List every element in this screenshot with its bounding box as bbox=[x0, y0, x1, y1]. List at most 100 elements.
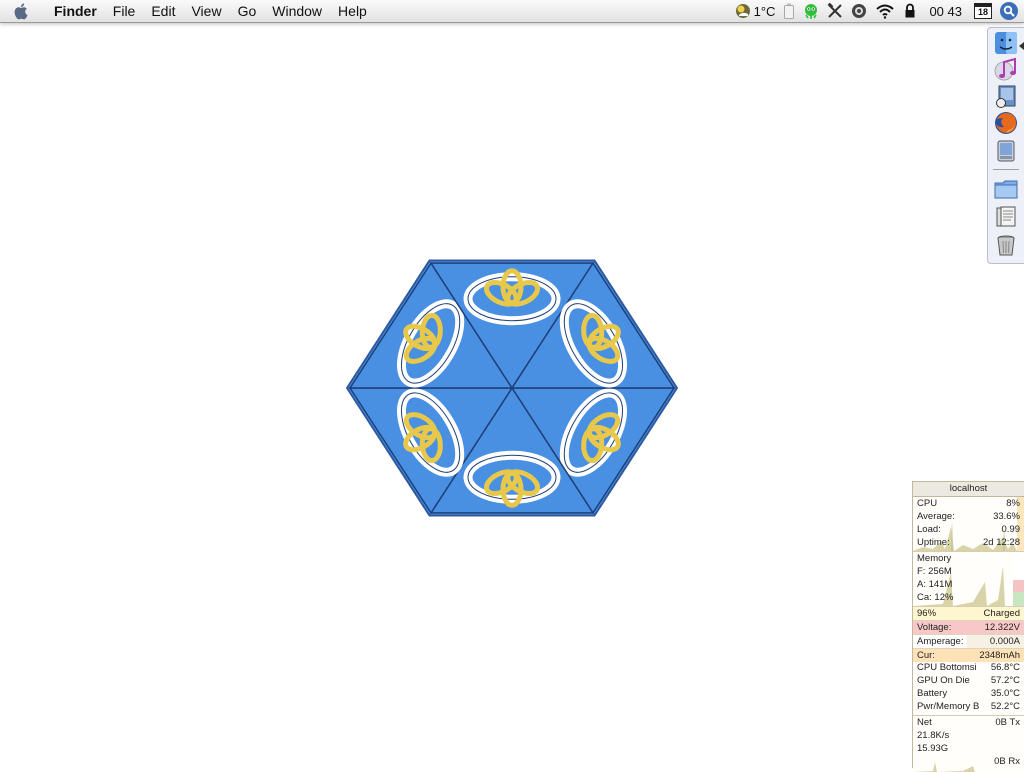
battery-icon bbox=[784, 3, 795, 19]
knot-sectors bbox=[346, 259, 678, 517]
memory-free-row: F: 256M bbox=[913, 565, 1024, 578]
weather-icon bbox=[735, 4, 750, 18]
dock-item-finder[interactable] bbox=[992, 30, 1024, 56]
preview-icon bbox=[996, 85, 1016, 108]
memory-active-row: A: 141M bbox=[913, 578, 1024, 591]
net-rate-row: 21.8K/s bbox=[913, 729, 1024, 742]
memory-free: F: 256M bbox=[917, 566, 952, 577]
cpu-label: CPU bbox=[917, 498, 938, 509]
cpu-load-value: 0.99 bbox=[1001, 524, 1021, 535]
calendar-day: 18 bbox=[977, 7, 988, 17]
handheld-icon bbox=[997, 140, 1015, 162]
system-monitor: localhost CPU 8% Average: 33.6% Load: 0.99 … bbox=[912, 481, 1024, 772]
dock-item-trash[interactable] bbox=[992, 232, 1020, 258]
menu-view[interactable]: View bbox=[183, 0, 229, 22]
temp-row-cpu: CPU Bottomsi 56.8°C bbox=[913, 661, 1024, 674]
dock-item-documents[interactable] bbox=[992, 204, 1020, 230]
memory-label-row: Memory bbox=[913, 552, 1024, 565]
voltage-label: Voltage: bbox=[917, 622, 952, 633]
menu-clock[interactable]: 00 43 bbox=[921, 0, 970, 22]
temp-label: GPU On Die bbox=[917, 675, 970, 686]
green-alien-icon bbox=[805, 4, 818, 19]
wifi-icon bbox=[876, 4, 895, 19]
cpu-average-label: Average: bbox=[917, 511, 955, 522]
battery-percent: 96% bbox=[917, 608, 937, 619]
dock-item-preview[interactable] bbox=[992, 84, 1020, 110]
celtic-knot-wallpaper bbox=[346, 259, 678, 517]
search-icon bbox=[1003, 5, 1015, 17]
temp-row-battery: Battery 35.0°C bbox=[913, 687, 1024, 700]
memory-cache: Ca: 12% bbox=[917, 592, 954, 603]
lock-icon bbox=[905, 3, 915, 18]
amperage-value: 0.000A bbox=[989, 636, 1020, 647]
net-rx-row: 0B Rx bbox=[913, 755, 1024, 768]
hammer-wrench-icon bbox=[828, 3, 843, 18]
temp-row-power: Pwr/Memory B 52.2°C bbox=[913, 700, 1024, 713]
sync-status[interactable] bbox=[847, 0, 871, 22]
weather-status[interactable]: 1°C bbox=[731, 0, 780, 22]
net-total-row: 15.93G bbox=[913, 742, 1024, 755]
memory-section: Memory F: 256M A: 141M Ca: 12% bbox=[913, 552, 1024, 607]
cpu-uptime-value: 2d 12:28 bbox=[983, 537, 1020, 548]
dock-item-firefox[interactable] bbox=[992, 110, 1020, 136]
temp-row-gpu: GPU On Die 57.2°C bbox=[913, 674, 1024, 687]
apple-icon bbox=[14, 3, 28, 20]
temp-value: 56.8°C bbox=[990, 662, 1020, 673]
dock-separator bbox=[993, 169, 1019, 170]
voltage-value: 12.322V bbox=[984, 622, 1020, 633]
menu-edit[interactable]: Edit bbox=[143, 0, 183, 22]
temp-value: 52.2°C bbox=[990, 701, 1020, 712]
dock bbox=[987, 27, 1024, 264]
battery-status[interactable] bbox=[779, 0, 799, 22]
dock-item-folder[interactable] bbox=[992, 176, 1020, 202]
menu-file[interactable]: File bbox=[105, 0, 144, 22]
memory-label: Memory bbox=[917, 553, 952, 564]
dock-item-pda[interactable] bbox=[992, 138, 1020, 164]
temperature-label: 1°C bbox=[753, 3, 776, 19]
battery-voltage-row: Voltage: 12.322V bbox=[913, 621, 1024, 635]
wifi-status[interactable] bbox=[871, 0, 899, 22]
calendar-status[interactable]: 18 bbox=[970, 0, 996, 22]
amperage-label: Amperage: bbox=[917, 636, 964, 647]
net-tx: 0B Tx bbox=[995, 717, 1020, 728]
temp-label: Pwr/Memory B bbox=[917, 701, 980, 712]
cpu-value: 8% bbox=[1006, 498, 1020, 509]
memory-cache-row: Ca: 12% bbox=[913, 591, 1024, 604]
cpu-section: CPU 8% Average: 33.6% Load: 0.99 Uptime: 2d … bbox=[913, 497, 1024, 552]
tools-status[interactable] bbox=[823, 0, 847, 22]
temp-value: 35.0°C bbox=[990, 688, 1020, 699]
temp-label: Battery bbox=[917, 688, 948, 699]
menu-go[interactable]: Go bbox=[230, 0, 265, 22]
battery-amperage-row: Amperage: 0.000A bbox=[913, 635, 1024, 649]
network-section: Net 0B Tx 21.8K/s 15.93G 0B Rx bbox=[913, 716, 1024, 772]
running-indicator bbox=[1019, 42, 1024, 50]
documents-stack-icon bbox=[996, 206, 1016, 227]
lock-status[interactable] bbox=[899, 0, 921, 22]
memory-active: A: 141M bbox=[917, 579, 953, 590]
cpu-uptime-row: Uptime: 2d 12:28 bbox=[913, 536, 1024, 549]
cpu-row: CPU 8% bbox=[913, 497, 1024, 510]
firefox-icon bbox=[995, 112, 1017, 134]
apple-menu[interactable] bbox=[0, 0, 44, 22]
spotlight-button[interactable] bbox=[1000, 2, 1018, 20]
cpu-load-row: Load: 0.99 bbox=[913, 523, 1024, 536]
cpu-uptime-label: Uptime: bbox=[917, 537, 950, 548]
battery-section: 96% Charged Voltage: 12.322V Amperage: 0.00… bbox=[913, 607, 1024, 662]
sync-icon bbox=[852, 4, 867, 18]
net-label: Net bbox=[917, 717, 932, 728]
cpu-load-label: Load: bbox=[917, 524, 941, 535]
temp-value: 57.2°C bbox=[990, 675, 1020, 686]
menu-help[interactable]: Help bbox=[330, 0, 375, 22]
itunes-icon bbox=[994, 57, 1016, 81]
net-rate: 21.8K/s bbox=[917, 730, 950, 741]
temp-label: CPU Bottomsi bbox=[917, 662, 977, 673]
monitor-host: localhost bbox=[913, 482, 1024, 497]
calendar-icon: 18 bbox=[974, 3, 992, 19]
cpu-average-value: 33.6% bbox=[993, 511, 1020, 522]
menu-finder[interactable]: Finder bbox=[44, 0, 105, 22]
adium-status[interactable] bbox=[799, 0, 823, 22]
menu-bar: Finder File Edit View Go Window Help 1°C bbox=[0, 0, 1024, 23]
menu-window[interactable]: Window bbox=[264, 0, 330, 22]
dock-item-itunes[interactable] bbox=[992, 56, 1020, 82]
cpu-average-row: Average: 33.6% bbox=[913, 510, 1024, 523]
